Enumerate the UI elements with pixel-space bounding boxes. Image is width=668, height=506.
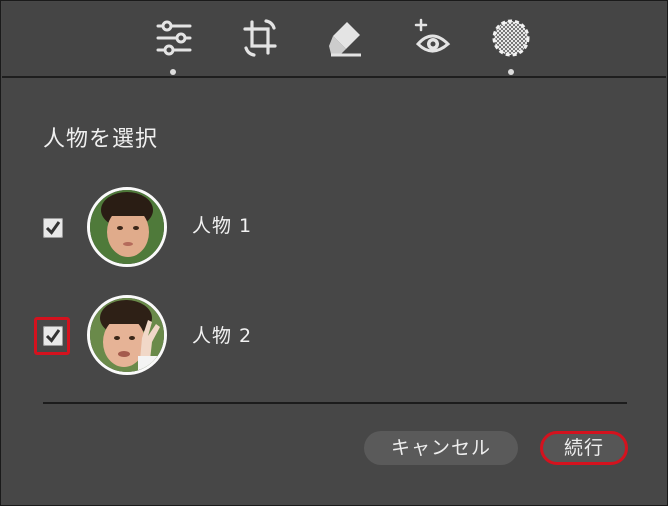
- dialog-title: 人物を選択: [43, 127, 159, 152]
- person-1-checkbox[interactable]: [43, 218, 63, 238]
- avatar[interactable]: [87, 187, 167, 267]
- avatar[interactable]: [87, 295, 167, 375]
- crop-tool-button[interactable]: [239, 14, 279, 64]
- divider: [43, 402, 627, 404]
- cancel-button[interactable]: キャンセル: [364, 431, 518, 465]
- mask-tool-button[interactable]: [489, 14, 530, 75]
- continue-button[interactable]: 続行: [540, 431, 628, 465]
- active-indicator-dot: [170, 69, 176, 75]
- face-thumbnail-1: [90, 190, 164, 264]
- face-thumbnail-2: [90, 298, 164, 372]
- edit-toolbar: [2, 2, 666, 78]
- person-2-checkbox[interactable]: [43, 326, 63, 346]
- red-eye-icon: [414, 18, 451, 53]
- eraser-icon: [329, 22, 361, 57]
- crop-rotate-icon: [243, 19, 277, 57]
- adjust-tool-button[interactable]: [153, 14, 193, 75]
- person-label: 人物 2: [192, 325, 253, 347]
- person-row: 人物 2: [1, 295, 667, 385]
- mask-icon: [492, 19, 530, 57]
- person-label: 人物 1: [192, 215, 253, 237]
- sliders-icon: [156, 20, 192, 56]
- checkmark-icon: [45, 221, 61, 235]
- red-eye-tool-button[interactable]: [411, 14, 451, 64]
- select-person-panel: 人物を選択 人物 1 人物 2 キャンセル 続行: [0, 0, 668, 506]
- checkmark-icon: [45, 329, 61, 343]
- person-row: 人物 1: [1, 185, 667, 275]
- active-indicator-dot: [508, 69, 514, 75]
- eraser-tool-button[interactable]: [325, 14, 365, 64]
